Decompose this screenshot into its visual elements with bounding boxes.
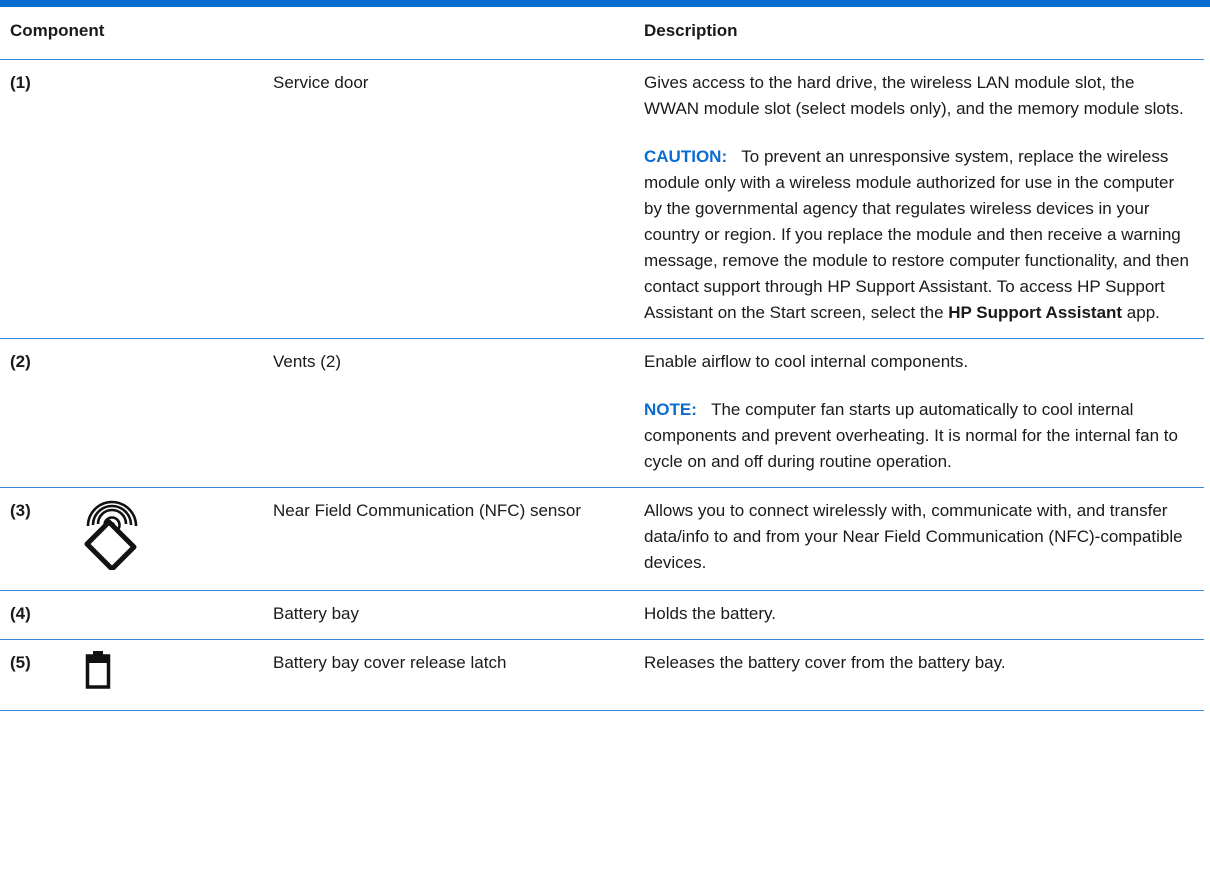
row-number: (2) <box>0 338 48 488</box>
description-text: Enable airflow to cool internal componen… <box>644 352 969 371</box>
row-number: (5) <box>0 639 48 711</box>
description-text: Gives access to the hard drive, the wire… <box>644 73 1184 118</box>
component-description: Allows you to connect wirelessly with, c… <box>630 487 1204 591</box>
components-table: Component Description (1) Service door G… <box>0 7 1204 711</box>
table-row: (2) Vents (2) Enable airflow to cool int… <box>0 338 1204 488</box>
table-row: (5) Battery bay cover release latch Rele… <box>0 639 1204 711</box>
description-text: Holds the battery. <box>644 604 776 623</box>
component-name: Battery bay cover release latch <box>263 639 630 711</box>
header-description: Description <box>630 7 1204 60</box>
component-name: Service door <box>263 59 630 339</box>
note-text: The computer fan starts up automatically… <box>644 400 1178 471</box>
caution-label: CAUTION: <box>644 147 728 166</box>
caution-text-end: app. <box>1122 303 1160 322</box>
table-row: (3) Near Field Communication (NFC) senso… <box>0 487 1204 591</box>
caution-note: CAUTION: To prevent an unresponsive syst… <box>644 144 1194 326</box>
component-name: Near Field Communication (NFC) sensor <box>263 487 630 591</box>
component-description: Gives access to the hard drive, the wire… <box>630 59 1204 339</box>
row-icon-cell <box>48 338 263 488</box>
table-row: (1) Service door Gives access to the har… <box>0 59 1204 339</box>
component-name: Vents (2) <box>263 338 630 488</box>
table-header-row: Component Description <box>0 7 1204 60</box>
component-name: Battery bay <box>263 590 630 640</box>
description-text: Allows you to connect wirelessly with, c… <box>644 501 1183 572</box>
row-number: (4) <box>0 590 48 640</box>
row-icon-cell <box>48 590 263 640</box>
caution-app-name: HP Support Assistant <box>948 303 1123 322</box>
component-description: Releases the battery cover from the batt… <box>630 639 1204 711</box>
component-description: Enable airflow to cool internal componen… <box>630 338 1204 488</box>
row-number: (3) <box>0 487 48 591</box>
note-label: NOTE: <box>644 400 697 419</box>
row-number: (1) <box>0 59 48 339</box>
description-text: Releases the battery cover from the batt… <box>644 653 1006 672</box>
top-rule <box>0 0 1210 7</box>
header-component: Component <box>0 7 630 60</box>
row-icon-cell <box>48 487 263 591</box>
table-row: (4) Battery bay Holds the battery. <box>0 590 1204 640</box>
note: NOTE: The computer fan starts up automat… <box>644 397 1194 475</box>
row-icon-cell <box>48 59 263 339</box>
caution-text: To prevent an unresponsive system, repla… <box>644 147 1189 322</box>
nfc-icon <box>84 498 263 578</box>
component-description: Holds the battery. <box>630 590 1204 640</box>
row-icon-cell <box>48 639 263 711</box>
battery-icon <box>84 650 263 698</box>
document-page: Component Description (1) Service door G… <box>0 0 1210 891</box>
